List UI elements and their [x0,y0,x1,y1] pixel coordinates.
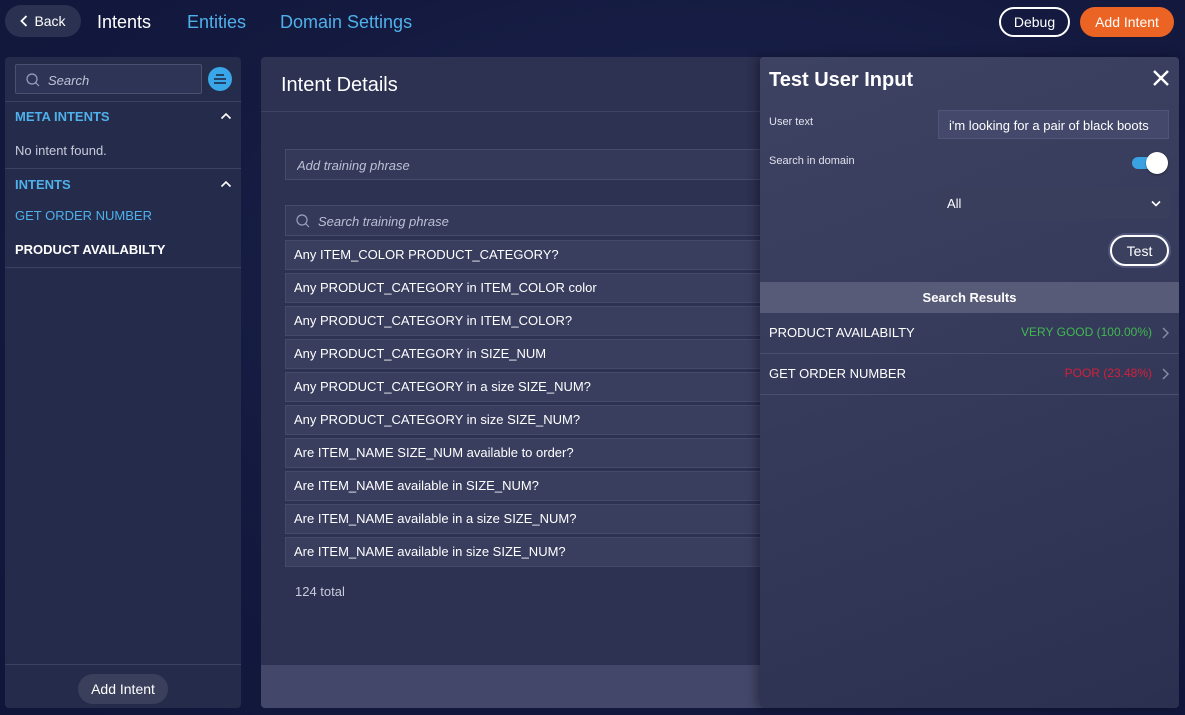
sidebar-item-product-availability[interactable]: PRODUCT AVAILABILTY [15,242,165,257]
add-intent-button[interactable]: Add Intent [1080,7,1174,37]
page-title: Intent Details [281,74,398,96]
filter-button[interactable] [208,67,232,91]
top-bar: Back Intents Entities Domain Settings De… [0,0,1185,44]
chevron-down-icon [1151,200,1161,207]
domain-select[interactable]: All [938,188,1169,219]
search-icon [26,73,40,87]
meta-intents-empty: No intent found. [15,143,107,158]
sidebar-item-get-order-number[interactable]: GET ORDER NUMBER [15,208,152,223]
list-item[interactable]: Any ITEM_COLOR PRODUCT_CATEGORY? [285,240,781,270]
intent-details-footer [261,665,781,708]
meta-intents-title: META INTENTS [15,109,110,124]
back-label: Back [34,13,66,29]
test-button[interactable]: Test [1110,235,1169,266]
intent-details-header: Intent Details [261,57,781,112]
user-text-input[interactable] [947,111,1169,140]
list-item[interactable]: Are ITEM_NAME SIZE_NUM available to orde… [285,438,781,468]
sidebar-add-intent-button[interactable]: Add Intent [78,674,168,704]
intents-title: INTENTS [15,177,71,192]
user-text-label: User text [769,116,814,128]
search-training-phrase-input[interactable] [316,206,780,237]
tab-intents[interactable]: Intents [97,12,151,33]
list-item[interactable]: Are ITEM_NAME available in a size SIZE_N… [285,504,781,534]
search-icon [296,214,310,228]
intent-details-panel: Intent Details Any ITEM_COLOR PRODUCT_CA… [261,57,781,708]
sidebar-search [15,64,202,95]
search-result-row[interactable]: GET ORDER NUMBER POOR (23.48%) [760,354,1179,395]
search-in-domain-label: Search in domain [769,155,855,167]
list-item[interactable]: Are ITEM_NAME available in SIZE_NUM? [285,471,781,501]
intents-sidebar: META INTENTS No intent found. INTENTS GE… [5,57,241,708]
training-phrase-list: Any ITEM_COLOR PRODUCT_CATEGORY? Any PRO… [285,240,781,570]
divider [5,168,241,169]
total-count: 124 total [295,584,345,599]
divider [5,267,241,268]
list-item[interactable]: Any PRODUCT_CATEGORY in ITEM_COLOR color [285,273,781,303]
list-item[interactable]: Any PRODUCT_CATEGORY in size SIZE_NUM? [285,405,781,435]
chevron-right-icon [1162,327,1169,339]
result-intent-name: PRODUCT AVAILABILTY [769,325,915,340]
list-item[interactable]: Any PRODUCT_CATEGORY in a size SIZE_NUM? [285,372,781,402]
list-item[interactable]: Any PRODUCT_CATEGORY in SIZE_NUM [285,339,781,369]
search-result-row[interactable]: PRODUCT AVAILABILTY VERY GOOD (100.00%) [760,313,1179,354]
list-item[interactable]: Are ITEM_NAME available in size SIZE_NUM… [285,537,781,567]
add-training-phrase [285,149,781,181]
chevron-right-icon [1162,368,1169,380]
add-training-phrase-input[interactable] [295,150,779,181]
divider [5,101,241,102]
tab-entities[interactable]: Entities [187,12,246,33]
search-results-header: Search Results [760,282,1179,313]
intents-header[interactable]: INTENTS [5,174,241,196]
result-score: VERY GOOD (100.00%) [1021,325,1152,339]
close-icon[interactable] [1152,69,1170,87]
domain-select-value: All [947,196,962,211]
result-score: POOR (23.48%) [1064,366,1152,380]
result-intent-name: GET ORDER NUMBER [769,366,906,381]
filter-icon [214,74,226,84]
sidebar-footer: Add Intent [5,664,241,708]
chevron-left-icon [20,15,28,27]
chevron-up-icon [220,112,232,120]
meta-intents-header[interactable]: META INTENTS [5,106,241,128]
search-in-domain-toggle[interactable] [1131,151,1169,175]
list-item[interactable]: Any PRODUCT_CATEGORY in ITEM_COLOR? [285,306,781,336]
sidebar-search-input[interactable] [46,65,200,95]
debug-button[interactable]: Debug [999,7,1070,37]
test-panel-title: Test User Input [769,69,914,91]
tab-domain-settings[interactable]: Domain Settings [280,12,412,33]
chevron-up-icon [220,180,232,188]
test-user-input-panel: Test User Input User text Search in doma… [760,57,1179,708]
user-text-field [938,110,1169,140]
back-button[interactable]: Back [5,5,81,37]
search-training-phrase [285,205,781,237]
toggle-knob [1146,152,1168,174]
